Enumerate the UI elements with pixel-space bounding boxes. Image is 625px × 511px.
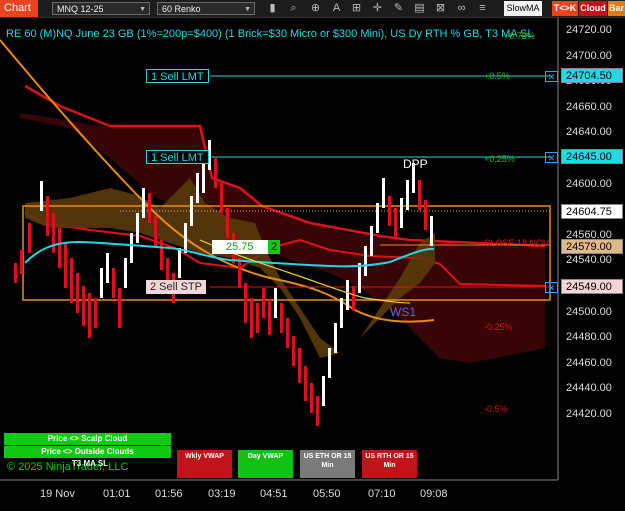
lock-icon[interactable]: ⊠ <box>434 2 447 15</box>
slow-ma-button[interactable]: SlowMA <box>504 1 542 16</box>
magnify-icon[interactable]: ⌕ <box>287 2 300 15</box>
wkly-vwap-button[interactable]: Wkly VWAP <box>177 450 232 478</box>
chevron-down-icon: ▼ <box>139 6 146 13</box>
text-icon[interactable]: A <box>330 2 343 15</box>
order-label-3[interactable]: 2 Sell STP <box>146 280 206 294</box>
chart-props-icon[interactable]: ⊞ <box>350 2 363 15</box>
time-tick-label: 05:50 <box>313 488 341 500</box>
price-tick-label: 24640.00 <box>566 126 612 139</box>
cancel-order-2-icon[interactable]: ✕ <box>545 152 558 163</box>
price-tick-label: 24420.00 <box>566 408 612 420</box>
time-tick-label: 03:19 <box>208 488 236 500</box>
price-tick-label: 24500.00 <box>566 305 612 318</box>
bar-type-selector[interactable]: 60 Renko ▼ <box>157 2 255 15</box>
price-tick-label: 24460.00 <box>566 356 612 369</box>
cancel-order-1-icon[interactable]: ✕ <box>545 71 558 82</box>
us-eth-or-button[interactable]: US ETH OR 15 Min <box>300 450 355 478</box>
order-label-2[interactable]: 1 Sell LMT <box>146 150 209 164</box>
price-tick-label: 24700.00 <box>566 49 612 62</box>
top-right-pct: +0.75% <box>504 31 535 41</box>
position-qty-box[interactable]: 2 <box>268 240 280 254</box>
ws1-label: WS1 <box>390 305 417 319</box>
cloud-button[interactable]: Cloud <box>579 1 607 16</box>
time-tick-label: 09:08 <box>420 488 448 500</box>
pct-label-minus-05: -0.5% <box>484 404 508 414</box>
price-tick-label: 24600.00 <box>566 177 612 190</box>
time-tick-label: 01:01 <box>103 488 131 500</box>
link-icon[interactable]: ∞ <box>455 2 468 15</box>
tc-toggle-button[interactable]: T<>K <box>552 1 578 16</box>
chart-title: RE 60 (M)NQ June 23 GB (1%=200p=$400) (1… <box>6 28 534 40</box>
pct-label-minus-025: -0.25% <box>484 322 513 332</box>
cancel-order-3-icon[interactable]: ✕ <box>545 282 558 293</box>
pct-label-plus-05: +0.5% <box>484 71 510 81</box>
chart-tab[interactable]: Chart <box>0 0 38 17</box>
order-price-2: 24645.00 <box>561 149 623 164</box>
legend-t3-ma-sl[interactable]: T3 MA SL <box>40 459 140 470</box>
day-vwap-button[interactable]: Day VWAP <box>238 450 293 478</box>
price-tick-label: 24720.00 <box>566 24 612 36</box>
instrument-selector[interactable]: MNQ 12-25 ▼ <box>52 2 150 15</box>
chart-toolbar: Chart MNQ 12-25 ▼ 60 Renko ▼ ▮ ⌕ ⊕ A ⊞ ✛… <box>0 0 625 18</box>
zoom-icon[interactable]: ⊕ <box>309 2 322 15</box>
pct-label-plus-025: +0.25% <box>484 154 515 164</box>
instrument-value: MNQ 12-25 <box>57 4 104 14</box>
close-label: CLOSE 18 NOV <box>484 238 550 248</box>
bar-type-value: 60 Renko <box>162 4 201 14</box>
price-tick-label: 24440.00 <box>566 382 612 395</box>
price-tick-label: 24540.00 <box>566 254 612 267</box>
chevron-down-icon: ▼ <box>244 6 251 13</box>
close-price-box: 24579.00 <box>561 239 623 254</box>
time-tick-label: 01:56 <box>155 488 183 500</box>
chart-panel[interactable]: RE 60 (M)NQ June 23 GB (1%=200p=$400) (1… <box>0 18 625 506</box>
legend-price-scalp-cloud[interactable]: Price <> Scalp Cloud <box>4 433 171 445</box>
order-price-3: 24549.00 <box>561 279 623 294</box>
dpp-label: DPP <box>403 157 428 171</box>
price-tick-label: 24660.00 <box>566 100 612 113</box>
time-tick-label: 19 Nov <box>40 488 75 500</box>
pencil-icon[interactable]: ✎ <box>392 2 405 15</box>
crosshair-icon[interactable]: ✛ <box>371 2 384 15</box>
price-tick-label: 24480.00 <box>566 331 612 344</box>
order-label-1[interactable]: 1 Sell LMT <box>146 69 209 83</box>
pnl-box[interactable]: 25.75 <box>212 240 268 254</box>
current-price-box: 24604.75 <box>561 204 623 219</box>
order-price-1: 24704.50 <box>561 68 623 83</box>
time-tick-label: 07:10 <box>368 488 396 500</box>
bar-button[interactable]: Bar <box>608 1 625 16</box>
legend-price-outside-clouds[interactable]: Price <> Outside Clouds <box>4 446 171 458</box>
bars-icon[interactable]: ▮ <box>266 2 279 15</box>
templates-icon[interactable]: ▤ <box>413 2 426 15</box>
us-rth-or-button[interactable]: US RTH OR 15 Min <box>362 450 417 478</box>
time-tick-label: 04:51 <box>260 488 288 500</box>
indicators-icon[interactable]: ≡ <box>476 2 489 15</box>
